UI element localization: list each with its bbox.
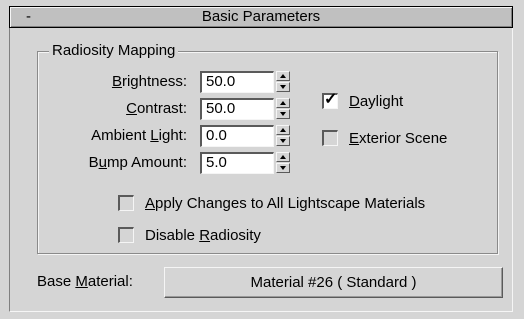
rollout-header-basic-parameters[interactable]: - Basic Parameters — [9, 6, 513, 28]
bump-amount-label: Bump Amount: — [88, 154, 187, 171]
spinner-up-icon[interactable] — [276, 125, 290, 135]
spinner-up-icon[interactable] — [276, 152, 290, 162]
spinner-down-icon[interactable] — [276, 136, 290, 146]
exterior-scene-checkbox[interactable] — [322, 130, 338, 146]
checkmark-icon: ✓ — [324, 91, 338, 108]
rollout-title: Basic Parameters — [201, 8, 321, 25]
brightness-spinner[interactable]: 50.0 — [200, 71, 291, 93]
spinner-up-icon[interactable] — [276, 98, 290, 108]
spinner-up-icon[interactable] — [276, 71, 290, 81]
brightness-label: Brightness: — [111, 73, 187, 90]
disable-radiosity-label[interactable]: Disable Radiosity — [145, 226, 261, 246]
ambient-light-input[interactable]: 0.0 — [200, 125, 274, 147]
contrast-input[interactable]: 50.0 — [200, 98, 274, 120]
daylight-label[interactable]: Daylight — [349, 92, 403, 112]
base-material-button[interactable]: Material #26 ( Standard ) — [164, 267, 503, 298]
bump-amount-spinner[interactable]: 5.0 — [200, 152, 291, 174]
apply-changes-checkbox[interactable] — [118, 195, 134, 211]
bump-amount-input[interactable]: 5.0 — [200, 152, 274, 174]
disable-radiosity-checkbox[interactable] — [118, 227, 134, 243]
ambient-light-label: Ambient Light: — [91, 127, 187, 144]
base-material-label: Base Material: — [37, 273, 133, 290]
exterior-scene-label[interactable]: Exterior Scene — [349, 129, 447, 149]
contrast-spinner[interactable]: 50.0 — [200, 98, 291, 120]
ambient-light-spinner[interactable]: 0.0 — [200, 125, 291, 147]
spinner-down-icon[interactable] — [276, 82, 290, 92]
spinner-down-icon[interactable] — [276, 163, 290, 173]
brightness-input[interactable]: 50.0 — [200, 71, 274, 93]
contrast-label: Contrast: — [126, 100, 187, 117]
apply-changes-label[interactable]: Apply Changes to All Lightscape Material… — [145, 194, 425, 214]
spinner-down-icon[interactable] — [276, 109, 290, 119]
daylight-checkbox[interactable]: ✓ — [322, 91, 338, 109]
radiosity-mapping-group-title: Radiosity Mapping — [49, 42, 179, 60]
